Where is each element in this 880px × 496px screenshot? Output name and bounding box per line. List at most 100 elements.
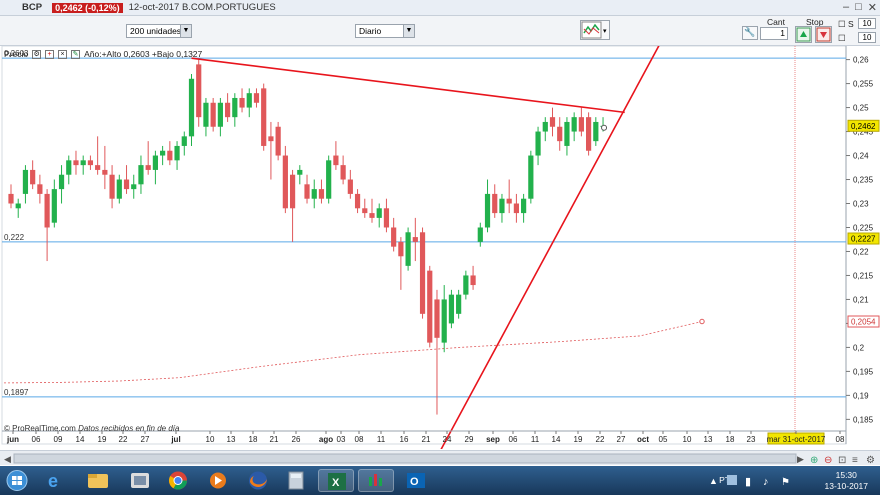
- y-tick-label: 0,195: [853, 367, 874, 376]
- scroll-right-icon[interactable]: ▶: [797, 454, 804, 464]
- price-chart-area[interactable]: 0,26 0,255 0,25 0,245 0,24 0,235 0,23 0,225 0,22…: [0, 1, 880, 496]
- candle-body: [297, 169, 303, 175]
- maximize-icon[interactable]: □: [855, 1, 862, 14]
- buy-arrow-icon: [796, 27, 811, 42]
- candle-body: [470, 275, 476, 286]
- zoom-out-icon[interactable]: ⊖: [824, 455, 832, 466]
- taskbar-media-player-icon[interactable]: [200, 469, 236, 492]
- candle-body: [268, 136, 274, 142]
- p-checkbox[interactable]: ☐: [838, 33, 846, 44]
- candle-body: [15, 203, 21, 209]
- legend-add-icon[interactable]: +: [45, 49, 55, 59]
- x-tick-label: 19: [574, 435, 583, 444]
- candle-body: [116, 179, 122, 199]
- taskbar-chrome-icon[interactable]: [160, 469, 196, 492]
- window-controls: – □ ✕: [843, 1, 877, 14]
- taskbar-outlook-icon[interactable]: O: [398, 469, 434, 492]
- cant-input[interactable]: 1: [760, 27, 788, 40]
- candle-body: [123, 179, 130, 190]
- scroll-thumb[interactable]: [13, 453, 797, 464]
- minimize-icon[interactable]: –: [843, 1, 849, 14]
- tray-app-icon[interactable]: [727, 475, 737, 485]
- tray-expand-icon[interactable]: ▲: [709, 476, 718, 486]
- sell-button[interactable]: [815, 26, 832, 43]
- scale-icon[interactable]: ≡: [852, 455, 858, 466]
- period-select[interactable]: Diario ▼: [355, 24, 415, 38]
- candle-body: [160, 150, 166, 156]
- candle-body: [333, 155, 339, 166]
- provider-text: © ProRealTime.com: [4, 424, 76, 433]
- candle-body: [102, 169, 108, 175]
- candle-body: [398, 241, 404, 257]
- clock-date: 13-10-2017: [824, 481, 868, 491]
- legend-remove-icon[interactable]: ×: [58, 49, 68, 59]
- s-input[interactable]: 10: [858, 18, 876, 29]
- candle-body: [347, 179, 353, 194]
- close-icon[interactable]: ✕: [868, 1, 877, 14]
- x-tick-label: 27: [617, 435, 626, 444]
- x-tick-label: 23: [747, 435, 756, 444]
- candle-body: [376, 208, 382, 218]
- taskbar-prorealtime-icon[interactable]: [358, 469, 394, 492]
- taskbar-ie-icon[interactable]: e: [38, 469, 74, 492]
- fit-view-icon[interactable]: ⊡: [838, 455, 846, 466]
- candle-body: [463, 275, 469, 295]
- sell-arrow-icon: [816, 27, 831, 42]
- legend-stats: Año:+Alto 0,2603 +Bajo 0,1327: [84, 49, 203, 59]
- taskbar-excel-icon[interactable]: X: [318, 469, 354, 492]
- candle-body: [304, 184, 310, 199]
- system-clock[interactable]: 15:30 13-10-2017: [825, 470, 868, 492]
- last-price-marker: [601, 124, 608, 131]
- horizontal-level-label: 0,1897: [4, 388, 29, 397]
- p-input[interactable]: 10: [858, 32, 876, 43]
- candlestick-chart[interactable]: 0,260,2550,250,2450,240,2350,230,2250,22…: [0, 1, 880, 496]
- candle-body: [578, 117, 584, 132]
- settings-icon[interactable]: ⚙: [866, 455, 875, 466]
- network-icon[interactable]: ▮: [745, 476, 751, 488]
- x-tick-label: 16: [400, 435, 409, 444]
- candle-body: [188, 78, 195, 137]
- units-select[interactable]: 200 unidades ▼: [126, 24, 192, 38]
- horizontal-scrollbar[interactable]: ◀ ▶ ⊕ ⊖ ⊡ ≡ ⚙: [0, 450, 880, 466]
- candle-body: [152, 155, 158, 170]
- s-input-value: 10: [862, 19, 872, 28]
- candle-body: [535, 131, 541, 156]
- candle-body: [557, 126, 563, 142]
- candle-body: [506, 198, 512, 204]
- chart-style-button[interactable]: ▾: [580, 20, 610, 40]
- taskbar-firefox-icon[interactable]: [240, 469, 276, 492]
- taskbar-calculator-icon[interactable]: [278, 469, 314, 492]
- candle-body: [542, 121, 548, 132]
- y-tick-label: 0,21: [853, 295, 869, 304]
- start-button[interactable]: [2, 469, 32, 492]
- zoom-in-icon[interactable]: ⊕: [810, 455, 818, 466]
- x-tick-label: 21: [422, 435, 431, 444]
- period-select-value: Diario: [359, 26, 382, 36]
- volume-icon[interactable]: ♪: [763, 476, 769, 488]
- price-badge-label: 0,2227: [851, 235, 876, 244]
- buy-button[interactable]: [795, 26, 812, 43]
- x-tick-label: oct: [637, 435, 649, 444]
- flag-icon[interactable]: ⚑: [781, 477, 790, 488]
- taskbar-explorer-icon[interactable]: [80, 469, 116, 492]
- x-tick-label: 08: [836, 435, 845, 444]
- eod-note-text: Datos recibidos en fin de día: [78, 424, 180, 433]
- legend-edit-icon[interactable]: ✎: [71, 49, 81, 59]
- candle-body: [8, 193, 14, 204]
- scroll-left-icon[interactable]: ◀: [4, 454, 11, 464]
- svg-text:O: O: [410, 476, 419, 488]
- candle-body: [354, 193, 361, 209]
- candle-body: [362, 208, 368, 214]
- chevron-down-icon: ▼: [403, 25, 414, 37]
- s-checkbox[interactable]: ☐: [838, 19, 846, 30]
- candle-body: [58, 174, 65, 190]
- y-tick-label: 0,235: [853, 176, 874, 185]
- legend-settings-icon[interactable]: ⚙: [32, 49, 42, 59]
- cant-label: Cant: [767, 17, 785, 27]
- order-tool-button[interactable]: 🔧: [742, 26, 758, 40]
- candle-body: [138, 165, 144, 185]
- taskbar-media-icon[interactable]: [122, 469, 158, 492]
- candle-body: [51, 189, 57, 223]
- x-tick-label: 06: [509, 435, 518, 444]
- data-provider-note: © ProRealTime.com Datos recibidos en fin…: [4, 424, 179, 433]
